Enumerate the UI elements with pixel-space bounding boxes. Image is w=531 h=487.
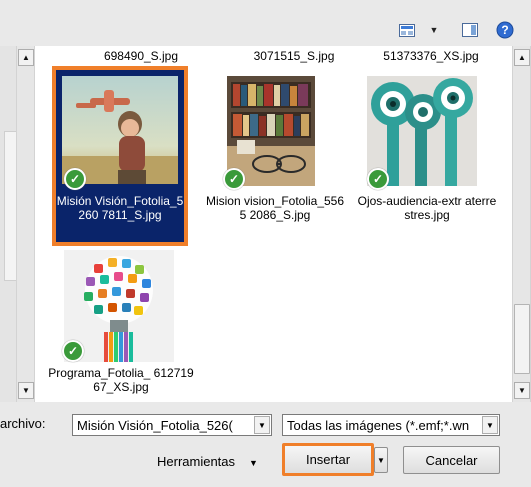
scroll-up-arrow-icon[interactable]: ▲	[18, 49, 34, 66]
file-item-selected[interactable]: ✓ Misión Visión_Fotolia_5260 7811_S.jpg	[52, 66, 188, 246]
toolbar: ▼ ?	[0, 0, 531, 46]
insert-options-dropdown[interactable]: ▼	[374, 447, 388, 473]
file-name-partial[interactable]: 51373376_XS.jpg	[356, 49, 506, 63]
file-list-scrollbar[interactable]: ▲ ▼	[512, 46, 531, 402]
insert-label: Insertar	[305, 452, 351, 467]
scroll-down-arrow-icon[interactable]: ▼	[514, 382, 530, 399]
tools-label: Herramientas	[157, 454, 236, 469]
sync-check-icon: ✓	[223, 168, 245, 190]
help-icon[interactable]: ?	[495, 20, 515, 40]
chevron-down-icon: ▼	[377, 455, 385, 465]
navigation-pane-splitter[interactable]	[4, 131, 16, 281]
file-label: Mision vision_Fotolia_5565 2086_S.jpg	[205, 194, 345, 222]
scroll-up-arrow-icon[interactable]: ▲	[514, 49, 530, 66]
filename-value[interactable]: Misión Visión_Fotolia_526(	[73, 418, 254, 433]
file-label: Misión Visión_Fotolia_5260 7811_S.jpg	[56, 194, 184, 222]
dropdown-arrow-icon[interactable]: ▼	[428, 20, 440, 40]
dropdown-arrow-icon: ▼	[249, 458, 258, 468]
scroll-down-arrow-icon[interactable]: ▼	[18, 382, 34, 399]
file-label: Programa_Fotolia_ 61271967_XS.jpg	[48, 366, 194, 394]
sync-check-icon: ✓	[64, 168, 86, 190]
chevron-down-icon[interactable]: ▼	[482, 416, 498, 434]
file-thumbnail	[62, 76, 178, 184]
dialog-footer: archivo: Misión Visión_Fotolia_526( ▼ To…	[0, 402, 531, 487]
tools-menu[interactable]: Herramientas ▼	[157, 454, 258, 469]
filetype-value[interactable]: Todas las imágenes (*.emf;*.wn	[283, 418, 482, 433]
sync-check-icon: ✓	[367, 168, 389, 190]
chevron-down-icon[interactable]: ▼	[254, 416, 270, 434]
filename-input[interactable]: Misión Visión_Fotolia_526( ▼	[72, 414, 272, 436]
navigation-pane-edge	[0, 46, 16, 402]
file-name-partial[interactable]: 3071515_S.jpg	[219, 49, 369, 63]
insert-button[interactable]: Insertar	[282, 443, 374, 476]
scrollbar-thumb[interactable]	[514, 304, 530, 374]
cancel-label: Cancelar	[425, 452, 478, 468]
svg-text:?: ?	[501, 23, 508, 37]
filename-label: archivo:	[0, 416, 46, 431]
sync-check-icon: ✓	[62, 340, 84, 362]
navigation-scrollbar[interactable]: ▲ ▼	[16, 46, 35, 402]
file-list[interactable]: 698490_S.jpg 3071515_S.jpg 51373376_XS.j…	[35, 46, 512, 402]
cancel-button[interactable]: Cancelar	[403, 446, 500, 474]
filetype-select[interactable]: Todas las imágenes (*.emf;*.wn ▼	[282, 414, 500, 436]
preview-pane-icon[interactable]	[461, 20, 479, 40]
view-menu-icon[interactable]	[398, 20, 416, 40]
file-name-partial[interactable]: 698490_S.jpg	[66, 49, 216, 63]
file-label: Ojos-audiencia-extr aterrestres.jpg	[357, 194, 497, 222]
